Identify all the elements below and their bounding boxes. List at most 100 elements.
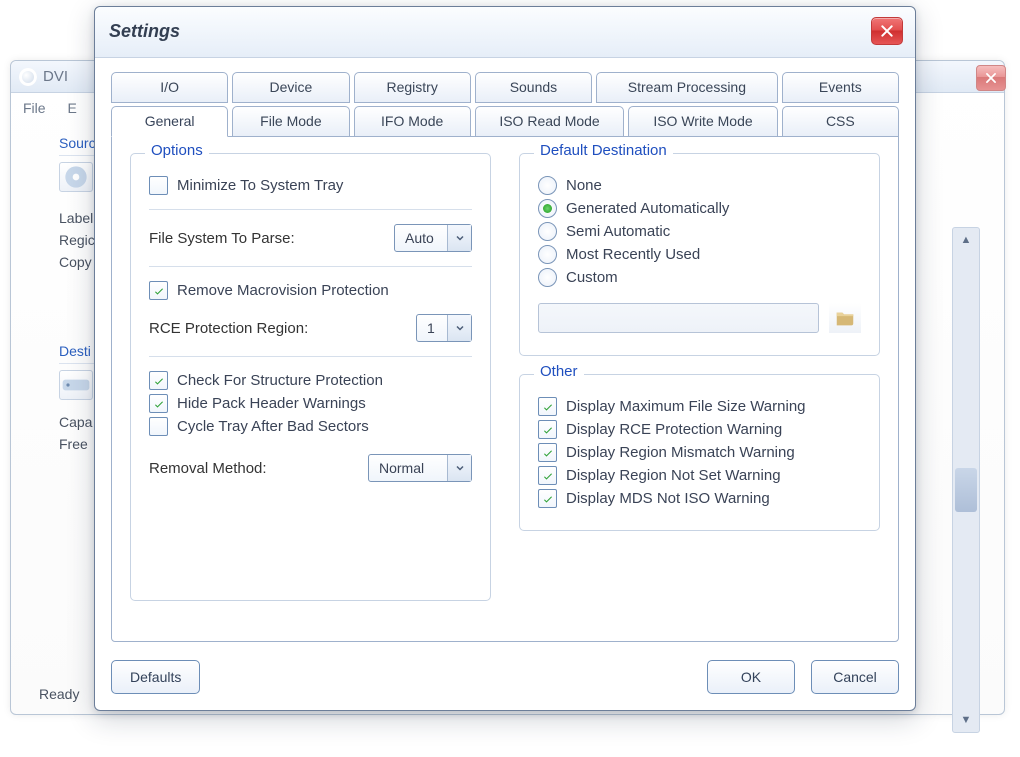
close-icon xyxy=(879,23,895,39)
hdd-icon xyxy=(60,373,92,397)
opt-check-structure[interactable]: Check For Structure Protection xyxy=(149,371,472,390)
label-remove-macrovision: Remove Macrovision Protection xyxy=(177,282,389,299)
checkbox-minimize-tray[interactable] xyxy=(149,176,168,195)
tab-row-bottom: General File Mode IFO Mode ISO Read Mode… xyxy=(111,106,899,137)
tab-general[interactable]: General xyxy=(111,106,228,137)
dest-custom[interactable]: Custom xyxy=(538,268,861,287)
dest-path-input[interactable] xyxy=(538,303,819,333)
opt-warn-rce[interactable]: Display RCE Protection Warning xyxy=(538,420,861,439)
dest-mru[interactable]: Most Recently Used xyxy=(538,245,861,264)
radio-dest-mru[interactable] xyxy=(538,245,557,264)
checkbox-cycle-tray[interactable] xyxy=(149,417,168,436)
tab-iso-read-mode[interactable]: ISO Read Mode xyxy=(475,106,624,137)
label-dest-custom: Custom xyxy=(566,269,618,286)
label-dest-mru: Most Recently Used xyxy=(566,246,700,263)
tab-stream-processing[interactable]: Stream Processing xyxy=(596,72,778,103)
source-drive-icon[interactable] xyxy=(59,162,93,192)
label-cycle-tray: Cycle Tray After Bad Sectors xyxy=(177,418,369,435)
checkbox-check-structure[interactable] xyxy=(149,371,168,390)
checkbox-remove-macrovision[interactable] xyxy=(149,281,168,300)
dialog-title: Settings xyxy=(109,21,180,42)
checkbox-warn-max-file-size[interactable] xyxy=(538,397,557,416)
tab-file-mode[interactable]: File Mode xyxy=(232,106,349,137)
cancel-button[interactable]: Cancel xyxy=(811,660,899,694)
select-rce-region-value: 1 xyxy=(417,320,447,336)
scroll-thumb[interactable] xyxy=(955,468,977,512)
opt-warn-region-not-set[interactable]: Display Region Not Set Warning xyxy=(538,466,861,485)
tab-ifo-mode[interactable]: IFO Mode xyxy=(354,106,471,137)
folder-icon xyxy=(834,307,856,329)
select-removal-method[interactable]: Normal xyxy=(368,454,472,482)
disc-icon xyxy=(19,68,37,86)
opt-minimize-tray[interactable]: Minimize To System Tray xyxy=(149,176,472,195)
opt-warn-max-file-size[interactable]: Display Maximum File Size Warning xyxy=(538,397,861,416)
close-icon xyxy=(984,71,998,85)
opt-warn-region-mismatch[interactable]: Display Region Mismatch Warning xyxy=(538,443,861,462)
chevron-down-icon xyxy=(447,315,471,341)
checkbox-hide-pack-warn[interactable] xyxy=(149,394,168,413)
opt-hide-pack-warn[interactable]: Hide Pack Header Warnings xyxy=(149,394,472,413)
tab-events[interactable]: Events xyxy=(782,72,899,103)
defaults-button[interactable]: Defaults xyxy=(111,660,200,694)
label-fs-parse: File System To Parse: xyxy=(149,230,295,247)
options-title: Options xyxy=(145,142,209,159)
radio-dest-generated-auto[interactable] xyxy=(538,199,557,218)
label-warn-rce: Display RCE Protection Warning xyxy=(566,421,782,438)
tab-device[interactable]: Device xyxy=(232,72,349,103)
dest-semi-auto[interactable]: Semi Automatic xyxy=(538,222,861,241)
tab-css[interactable]: CSS xyxy=(782,106,899,137)
radio-dest-semi-auto[interactable] xyxy=(538,222,557,241)
radio-dest-custom[interactable] xyxy=(538,268,557,287)
tab-row-top: I/O Device Registry Sounds Stream Proces… xyxy=(111,72,899,103)
dialog-titlebar: Settings xyxy=(95,7,915,58)
tab-iso-write-mode[interactable]: ISO Write Mode xyxy=(628,106,777,137)
checkbox-warn-mds-not-iso[interactable] xyxy=(538,489,557,508)
opt-remove-macrovision[interactable]: Remove Macrovision Protection xyxy=(149,281,472,300)
parent-scrollbar[interactable]: ▲ ▼ xyxy=(952,227,980,733)
default-dest-title: Default Destination xyxy=(534,142,673,159)
label-dest-generated-auto: Generated Automatically xyxy=(566,200,729,217)
label-warn-mds-not-iso: Display MDS Not ISO Warning xyxy=(566,490,770,507)
label-check-structure: Check For Structure Protection xyxy=(177,372,383,389)
status-bar-text: Ready xyxy=(39,686,79,702)
label-rce-region: RCE Protection Region: xyxy=(149,320,308,337)
label-hide-pack-warn: Hide Pack Header Warnings xyxy=(177,395,366,412)
select-rce-region[interactable]: 1 xyxy=(416,314,472,342)
label-warn-max-file-size: Display Maximum File Size Warning xyxy=(566,398,806,415)
radio-dest-none[interactable] xyxy=(538,176,557,195)
label-minimize-tray: Minimize To System Tray xyxy=(177,177,343,194)
ok-button[interactable]: OK xyxy=(707,660,795,694)
label-removal-method: Removal Method: xyxy=(149,460,267,477)
tab-sounds[interactable]: Sounds xyxy=(475,72,592,103)
other-group: Other Display Maximum File Size Warning … xyxy=(519,374,880,531)
label-dest-semi-auto: Semi Automatic xyxy=(566,223,670,240)
checkbox-warn-region-not-set[interactable] xyxy=(538,466,557,485)
scroll-up-icon[interactable]: ▲ xyxy=(953,228,979,252)
scroll-down-icon[interactable]: ▼ xyxy=(953,708,979,732)
menu-file[interactable]: File xyxy=(23,100,46,116)
dialog-close-button[interactable] xyxy=(871,17,903,45)
settings-dialog: Settings I/O Device Registry Sounds Stre… xyxy=(94,6,916,711)
tab-panel-general: Options Minimize To System Tray File Sys… xyxy=(111,136,899,642)
opt-warn-mds-not-iso[interactable]: Display MDS Not ISO Warning xyxy=(538,489,861,508)
dest-generated-auto[interactable]: Generated Automatically xyxy=(538,199,861,218)
tab-registry[interactable]: Registry xyxy=(354,72,471,103)
chevron-down-icon xyxy=(447,225,471,251)
other-title: Other xyxy=(534,363,584,380)
parent-close-button[interactable] xyxy=(976,65,1006,91)
select-removal-method-value: Normal xyxy=(369,460,447,476)
drive-icon xyxy=(60,161,92,193)
checkbox-warn-rce[interactable] xyxy=(538,420,557,439)
dest-drive-icon[interactable] xyxy=(59,370,93,400)
default-dest-group: Default Destination None Generated Autom… xyxy=(519,153,880,356)
select-fs-parse-value: Auto xyxy=(395,230,447,246)
label-warn-region-mismatch: Display Region Mismatch Warning xyxy=(566,444,795,461)
label-warn-region-not-set: Display Region Not Set Warning xyxy=(566,467,781,484)
opt-cycle-tray[interactable]: Cycle Tray After Bad Sectors xyxy=(149,417,472,436)
menu-edit[interactable]: E xyxy=(67,100,76,116)
browse-folder-button[interactable] xyxy=(829,303,861,333)
checkbox-warn-region-mismatch[interactable] xyxy=(538,443,557,462)
tab-io[interactable]: I/O xyxy=(111,72,228,103)
select-fs-parse[interactable]: Auto xyxy=(394,224,472,252)
dest-none[interactable]: None xyxy=(538,176,861,195)
